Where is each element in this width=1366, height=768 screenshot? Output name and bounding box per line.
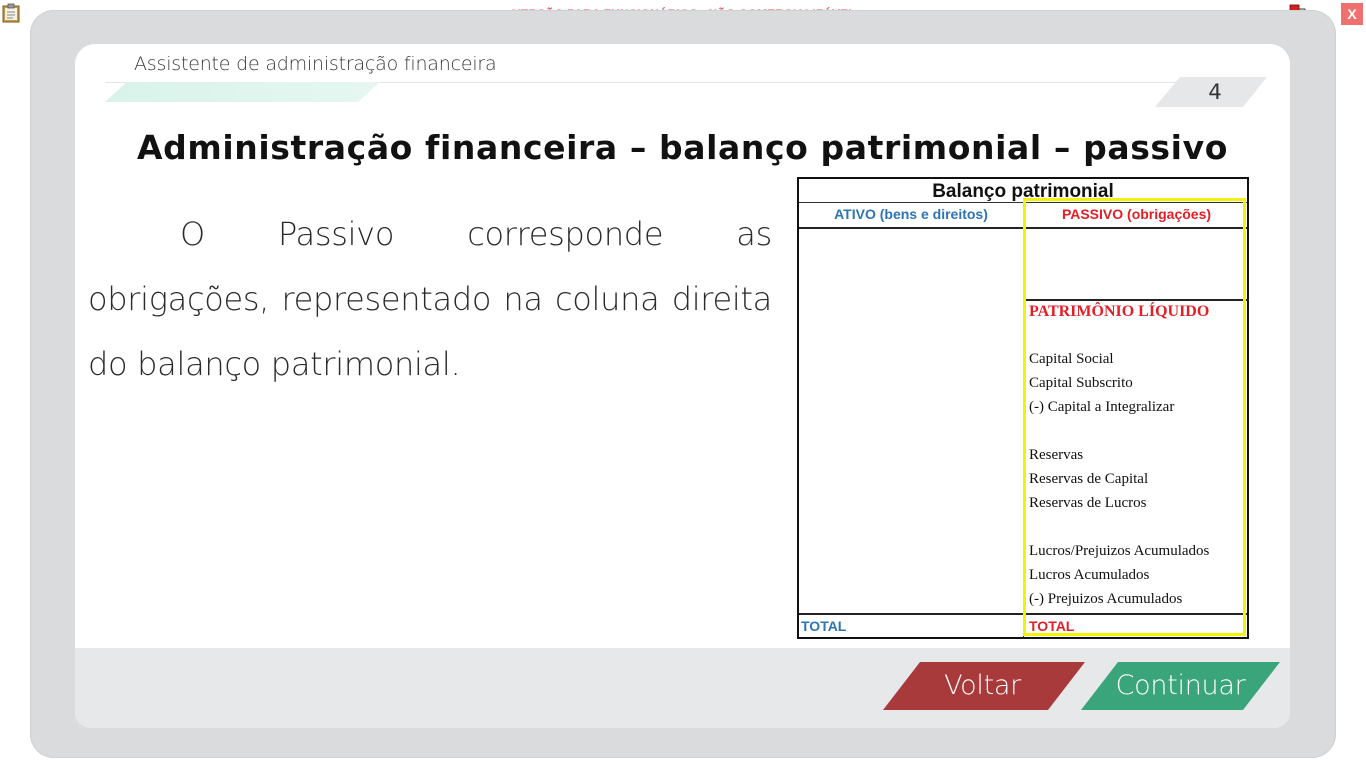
equity-item: Reservas: [1029, 447, 1084, 463]
balance-sheet-table: Balanço patrimonial ATIVO (bens e direit…: [797, 177, 1249, 639]
equity-item: (-) Capital a Integralizar: [1029, 399, 1175, 415]
clipboard-icon[interactable]: [2, 3, 20, 23]
equity-item: Reservas de Capital: [1029, 471, 1149, 487]
column-divider: [1023, 203, 1024, 639]
continue-button-label: Continuar: [1115, 670, 1246, 701]
back-button[interactable]: Voltar: [880, 659, 1085, 713]
slide-content: Assistente de administração financeira 4…: [75, 44, 1290, 728]
equity-item: Reservas de Lucros: [1029, 495, 1147, 511]
page-number: 4: [1208, 80, 1222, 104]
header-accent-stripe: [105, 82, 380, 102]
total-passivo: TOTAL: [1029, 618, 1075, 634]
equity-item: Lucros Acumulados: [1029, 567, 1150, 583]
app-window: VERSÃO PARA FUNCIONÁRIOS - NÃO COMERCIAL…: [0, 0, 1366, 768]
close-button[interactable]: X: [1341, 3, 1363, 25]
back-button-label: Voltar: [944, 670, 1021, 701]
equity-divider: [1024, 299, 1249, 301]
balance-sheet-title: Balanço patrimonial: [799, 179, 1247, 203]
equity-item: (-) Prejuizos Acumulados: [1029, 591, 1183, 607]
column-header-passivo: PASSIVO (obrigações): [1061, 206, 1212, 222]
total-row-divider: [799, 613, 1247, 615]
equity-item: Capital Subscrito: [1029, 375, 1133, 391]
equity-item: Lucros/Prejuizos Acumulados: [1029, 543, 1210, 559]
equity-heading: PATRIMÔNIO LÍQUIDO: [1029, 303, 1210, 320]
column-header-ativo: ATIVO (bens e direitos): [834, 206, 988, 222]
total-ativo: TOTAL: [801, 618, 847, 634]
slide-body-text: O Passivo corresponde as obrigações, rep…: [88, 215, 772, 383]
slide-title: Administração financeira – balanço patri…: [137, 128, 1228, 167]
equity-item: Capital Social: [1029, 351, 1114, 367]
continue-button[interactable]: Continuar: [1078, 659, 1283, 713]
course-title: Assistente de administração financeira: [134, 53, 497, 75]
